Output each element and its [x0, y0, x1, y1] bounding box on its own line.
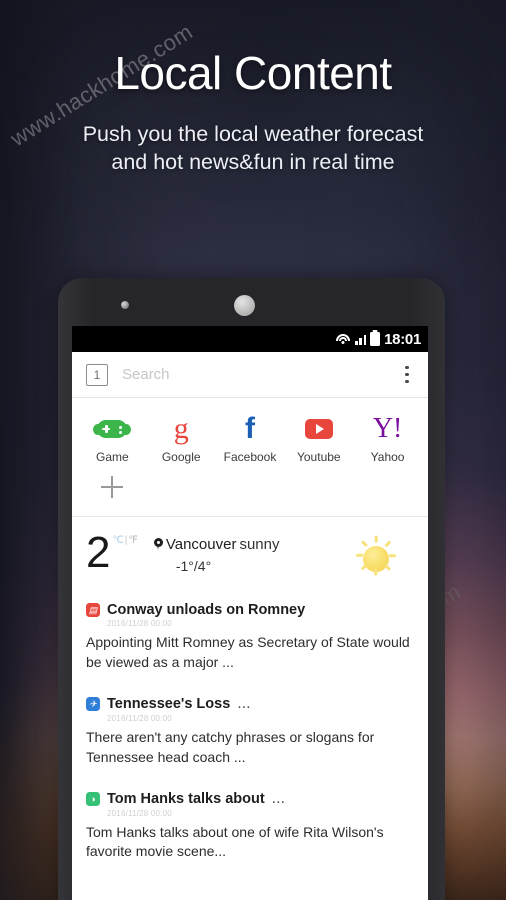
youtube-play-icon	[304, 414, 333, 444]
sun-icon	[352, 535, 400, 583]
news-feed: ▤ Conway unloads on Romney 2016/11/28 00…	[72, 588, 428, 874]
facebook-f-icon: f	[244, 412, 255, 445]
weather-widget[interactable]: 2 ℃ | ℉ Vancouver sunny -1°/4°	[72, 517, 428, 588]
weather-details: Vancouver sunny -1°/4°	[153, 533, 280, 574]
news-header: ▤ Conway unloads on Romney	[86, 602, 414, 618]
list-item[interactable]: ◑ Tom Hanks talks about ... 2016/11/28 0…	[72, 780, 428, 875]
add-shortcut-button[interactable]	[78, 470, 147, 504]
location-pin-icon	[153, 538, 163, 551]
signal-icon	[355, 333, 367, 345]
gamepad-icon	[93, 414, 132, 444]
shortcut-label: Youtube	[296, 450, 341, 464]
shortcut-facebook[interactable]: f Facebook	[216, 412, 285, 465]
unit-celsius[interactable]: ℃	[112, 535, 123, 546]
front-camera-icon	[121, 301, 129, 309]
phone-screen: 18:01 1 Search Game g Google f Facebook …	[72, 326, 428, 900]
page-title: Local Content	[114, 47, 392, 99]
news-title-ellipsis: ...	[237, 694, 251, 712]
weather-unit-toggle[interactable]: ℃ | ℉	[112, 535, 137, 546]
news-title: Tennessee's Loss	[107, 695, 231, 712]
weather-range: -1°/4°	[175, 558, 212, 574]
news-title: Conway unloads on Romney	[107, 602, 306, 618]
shortcut-yahoo[interactable]: Y! Yahoo	[353, 412, 422, 465]
news-timestamp: 2016/11/28 00:00	[107, 713, 172, 723]
plus-icon	[101, 476, 124, 498]
subtitle-line-2: and hot news&fun in real time	[111, 150, 395, 175]
phone-mockup: 18:01 1 Search Game g Google f Facebook …	[58, 278, 445, 900]
shortcut-google[interactable]: g Google	[147, 412, 216, 465]
news-timestamp: 2016/11/28 00:00	[107, 619, 172, 628]
news-source-icon: ▤	[86, 603, 100, 617]
news-source-icon: ✈	[86, 696, 100, 711]
shortcut-label: Game	[96, 450, 129, 464]
news-source-icon: ◑	[86, 791, 100, 806]
shortcut-game[interactable]: Game	[78, 412, 147, 464]
unit-fahrenheit[interactable]: ℉	[128, 535, 138, 546]
list-item[interactable]: ✈ Tennessee's Loss ... 2016/11/28 00:00 …	[72, 685, 428, 780]
kebab-menu-icon[interactable]	[396, 366, 418, 383]
shortcuts-row: Game g Google f Facebook Youtube Y! Yaho…	[72, 412, 428, 464]
subtitle-line-1: Push you the local weather forecast	[82, 122, 424, 146]
yahoo-y-icon: Y!	[372, 413, 403, 444]
news-header: ◑ Tom Hanks talks about ...	[86, 790, 414, 808]
search-input[interactable]: Search	[122, 366, 396, 383]
status-bar-clock: 18:01	[384, 330, 421, 348]
list-item[interactable]: ▤ Conway unloads on Romney 2016/11/28 00…	[72, 592, 428, 685]
news-header: ✈ Tennessee's Loss ...	[86, 695, 414, 713]
shortcut-label: Google	[161, 450, 201, 464]
wifi-icon	[335, 333, 351, 346]
status-bar: 18:01	[72, 326, 428, 352]
news-title: Tom Hanks talks about	[107, 790, 265, 807]
page-subtitle: Push you the local weather forecast and …	[0, 120, 506, 177]
news-summary: Tom Hanks talks about one of wife Rita W…	[86, 823, 384, 860]
weather-condition: sunny	[239, 536, 280, 553]
news-summary: There aren't any catchy phrases or sloga…	[86, 728, 375, 765]
weather-location-row: Vancouver sunny	[153, 536, 280, 553]
unit-separator: |	[124, 535, 128, 546]
news-timestamp: 2016/11/28 00:00	[107, 808, 172, 818]
news-title-ellipsis: ...	[271, 789, 285, 807]
news-summary: Appointing Mitt Romney as Secretary of S…	[86, 634, 410, 670]
browser-search-bar: 1 Search	[72, 352, 428, 398]
weather-temperature: 2	[86, 528, 111, 577]
google-g-icon: g	[173, 412, 189, 445]
shortcut-label: Yahoo	[370, 450, 405, 464]
weather-city: Vancouver	[165, 536, 237, 553]
shortcuts-grid: Game g Google f Facebook Youtube Y! Yaho…	[72, 398, 428, 508]
battery-icon	[370, 332, 381, 346]
shortcut-youtube[interactable]: Youtube	[284, 412, 353, 464]
tab-counter-button[interactable]: 1	[86, 363, 108, 386]
earpiece-sensor-icon	[234, 295, 255, 316]
shortcut-label: Facebook	[223, 450, 277, 464]
shortcuts-row-2	[72, 464, 428, 504]
